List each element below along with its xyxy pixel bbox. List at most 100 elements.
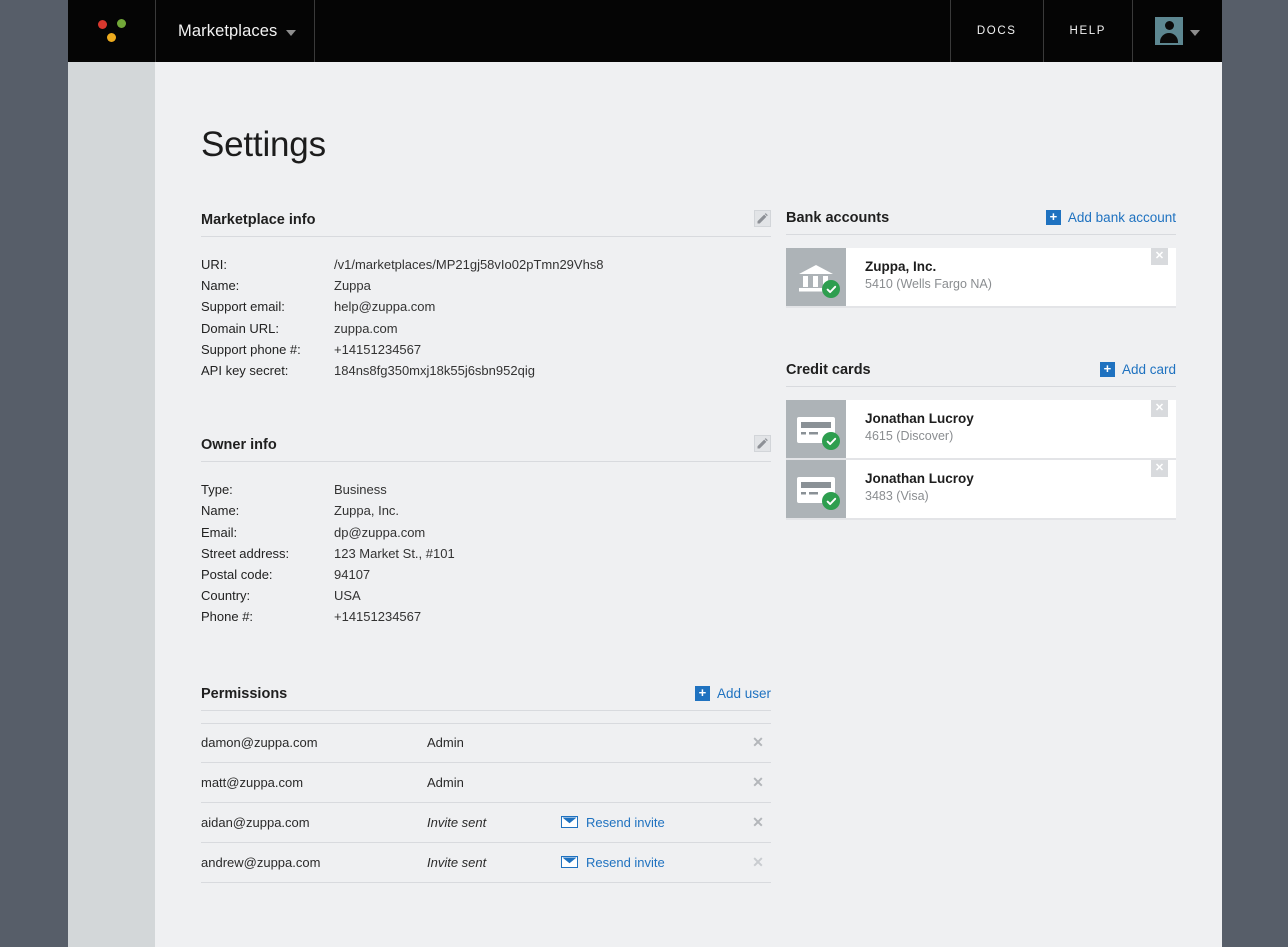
app-logo[interactable] xyxy=(68,0,155,62)
field-row: URI: /v1/marketplaces/MP21gj58vIo02pTmn2… xyxy=(201,254,771,275)
bank-account-thumbnail xyxy=(786,248,846,306)
owner-info-section: Owner info Type: Business Name: Zuppa, I… xyxy=(201,435,771,627)
remove-user-button[interactable]: ✕ xyxy=(745,774,771,791)
credit-card-detail: 3483 (Visa) xyxy=(865,489,929,503)
left-column: Marketplace info URI: /v1/marketplaces/M… xyxy=(201,210,771,883)
permission-role: Invite sent xyxy=(427,854,487,870)
account-menu[interactable] xyxy=(1133,0,1222,62)
remove-credit-card-button[interactable]: ✕ xyxy=(1151,400,1168,417)
credit-card-info: Jonathan Lucroy 4615 (Discover) xyxy=(846,400,1176,458)
check-icon xyxy=(826,437,836,445)
marketplace-info-section: Marketplace info URI: /v1/marketplaces/M… xyxy=(201,210,771,381)
edit-marketplace-info-button[interactable] xyxy=(754,210,771,227)
remove-user-button[interactable]: ✕ xyxy=(745,734,771,751)
field-value: +14151234567 xyxy=(334,609,422,625)
remove-bank-account-button[interactable]: ✕ xyxy=(1151,248,1168,265)
edit-owner-info-button[interactable] xyxy=(754,435,771,453)
remove-user-button[interactable]: ✕ xyxy=(745,854,771,871)
permissions-table: damon@zuppa.com Admin ✕ matt@zuppa.com A… xyxy=(201,722,771,883)
verified-badge xyxy=(822,492,840,510)
avatar-body xyxy=(1160,33,1178,43)
permission-email: damon@zuppa.com xyxy=(201,735,318,751)
verified-badge xyxy=(822,432,840,450)
credit-card-thumbnail xyxy=(786,400,846,458)
credit-cards-section: Credit cards + Add card Jonathan Lucroy … xyxy=(786,362,1176,520)
field-value: zuppa.com xyxy=(334,320,398,336)
field-label: Email: xyxy=(201,524,238,540)
field-row: Support phone #: +14151234567 xyxy=(201,339,771,360)
chevron-down-icon xyxy=(1190,29,1200,36)
add-card-button[interactable]: + Add card xyxy=(1099,362,1176,377)
right-column: Bank accounts + Add bank account Zuppa, … xyxy=(786,210,1176,520)
field-value: +14151234567 xyxy=(334,341,422,357)
permission-role: Admin xyxy=(427,735,464,751)
permission-email: andrew@zuppa.com xyxy=(201,854,321,870)
marketplace-info-title: Marketplace info xyxy=(201,212,316,228)
marketplace-info-header: Marketplace info xyxy=(201,210,771,237)
field-label: API key secret: xyxy=(201,363,289,379)
remove-credit-card-button[interactable]: ✕ xyxy=(1151,460,1168,477)
field-label: Postal code: xyxy=(201,567,273,583)
field-label: Type: xyxy=(201,482,233,498)
bank-account-detail: 5410 (Wells Fargo NA) xyxy=(865,277,992,291)
field-row: Support email: help@zuppa.com xyxy=(201,296,771,317)
bank-accounts-section: Bank accounts + Add bank account Zuppa, … xyxy=(786,210,1176,308)
bank-accounts-list: Zuppa, Inc. 5410 (Wells Fargo NA) ✕ xyxy=(786,248,1176,308)
chevron-down-icon xyxy=(286,29,297,36)
field-label: Domain URL: xyxy=(201,320,280,336)
permission-email: matt@zuppa.com xyxy=(201,774,304,790)
nav-item-help[interactable]: HELP xyxy=(1044,0,1132,62)
plus-icon: + xyxy=(694,685,710,701)
nav-item-docs[interactable]: DOCS xyxy=(951,0,1043,62)
credit-cards-title: Credit cards xyxy=(786,362,871,378)
add-user-button[interactable]: + Add user xyxy=(694,685,771,701)
check-icon xyxy=(826,497,836,505)
credit-card-thumbnail xyxy=(786,460,846,518)
credit-card-info: Jonathan Lucroy 3483 (Visa) xyxy=(846,460,1176,518)
permission-email: aidan@zuppa.com xyxy=(201,814,310,830)
table-row: damon@zuppa.com Admin ✕ xyxy=(201,722,771,763)
field-value: dp@zuppa.com xyxy=(334,524,426,540)
field-value: Zuppa, Inc. xyxy=(334,503,400,519)
check-icon xyxy=(826,285,836,293)
remove-user-button[interactable]: ✕ xyxy=(745,814,771,831)
credit-card-name: Jonathan Lucroy xyxy=(865,471,974,486)
page-frame: Marketplaces DOCS HELP Settings Marketpl… xyxy=(68,0,1222,947)
field-label: Phone #: xyxy=(201,609,254,625)
help-label: HELP xyxy=(1069,25,1106,37)
field-value: Business xyxy=(334,482,387,498)
field-row: Domain URL: zuppa.com xyxy=(201,318,771,339)
add-bank-account-label: Add bank account xyxy=(1067,210,1176,225)
envelope-icon xyxy=(561,816,578,829)
field-label: Name: xyxy=(201,278,240,294)
field-row: Name: Zuppa xyxy=(201,275,771,296)
logo-dot-green xyxy=(117,19,126,28)
table-row: andrew@zuppa.com Invite sent Resend invi… xyxy=(201,843,771,883)
edit-pencil-icon xyxy=(757,213,768,224)
field-label: Name: xyxy=(201,503,240,519)
list-item[interactable]: Jonathan Lucroy 4615 (Discover) ✕ xyxy=(786,400,1176,460)
credit-card-detail: 4615 (Discover) xyxy=(865,429,954,443)
field-row: API key secret: 184ns8fg350mxj18k55j6sbn… xyxy=(201,360,771,381)
docs-label: DOCS xyxy=(976,25,1017,37)
marketplaces-label: Marketplaces xyxy=(178,21,278,40)
owner-info-fields: Type: Business Name: Zuppa, Inc. Email: … xyxy=(201,479,771,627)
field-label: Country: xyxy=(201,588,251,604)
nav-item-marketplaces[interactable]: Marketplaces xyxy=(156,0,314,62)
avatar-head xyxy=(1164,21,1174,30)
list-item[interactable]: Jonathan Lucroy 3483 (Visa) ✕ xyxy=(786,460,1176,520)
permission-action: Resend invite xyxy=(561,815,745,830)
field-value: /v1/marketplaces/MP21gj58vIo02pTmn29Vhs8 xyxy=(334,257,604,272)
resend-invite-link[interactable]: Resend invite xyxy=(586,855,665,870)
field-label: URI: xyxy=(201,257,227,272)
permission-role: Invite sent xyxy=(427,814,487,830)
owner-info-title: Owner info xyxy=(201,437,277,454)
field-row: Name: Zuppa, Inc. xyxy=(201,500,771,521)
bank-accounts-title: Bank accounts xyxy=(786,210,890,226)
list-item[interactable]: Zuppa, Inc. 5410 (Wells Fargo NA) ✕ xyxy=(786,248,1176,308)
add-bank-account-button[interactable]: + Add bank account xyxy=(1045,210,1176,225)
field-value: 123 Market St., #101 xyxy=(334,545,455,561)
resend-invite-link[interactable]: Resend invite xyxy=(586,815,665,830)
